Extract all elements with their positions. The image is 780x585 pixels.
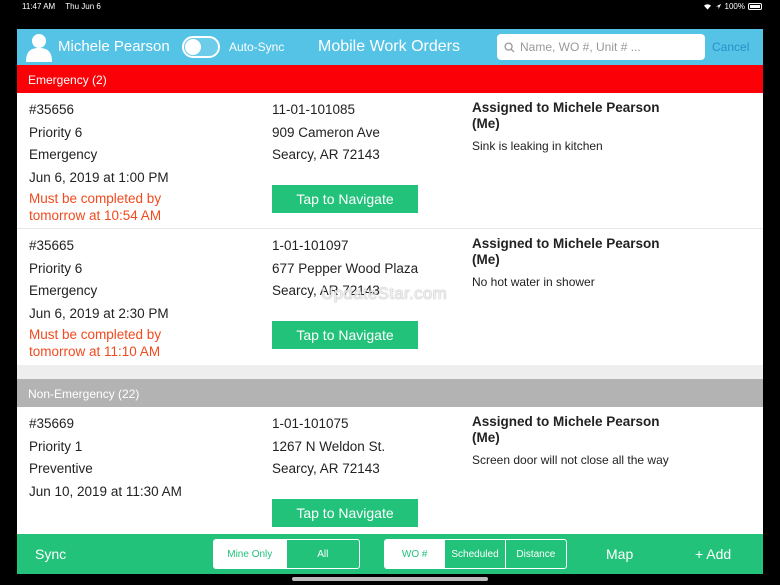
sort-scheduled[interactable]: Scheduled: [445, 540, 506, 568]
wo-number: #35665: [29, 238, 75, 253]
toggle-knob: [185, 39, 201, 55]
work-order-details: #35669 Priority 1 Preventive Jun 10, 201…: [29, 414, 259, 504]
wo-due-line2: tomorrow at 10:54 AM: [29, 208, 162, 224]
wo-due-line2: tomorrow at 11:10 AM: [29, 344, 161, 360]
cancel-button[interactable]: Cancel: [712, 40, 749, 54]
navigate-button[interactable]: Tap to Navigate: [272, 321, 418, 349]
wo-assigned-line1: Assigned to Michele Pearson: [472, 236, 660, 251]
footer-toolbar: Sync Mine Only All WO # Scheduled Distan…: [17, 534, 763, 574]
sync-button[interactable]: Sync: [35, 546, 66, 562]
wifi-icon: [703, 4, 711, 10]
wo-city: Searcy, AR 72143: [272, 461, 380, 477]
wo-assigned-line2: (Me): [472, 116, 500, 131]
search-icon: [504, 41, 515, 53]
home-indicator[interactable]: [292, 577, 488, 581]
wo-date: Jun 6, 2019 at 2:30 PM: [29, 305, 169, 321]
section-header-emergency: Emergency (2): [17, 65, 763, 93]
auto-sync-toggle[interactable]: [182, 36, 220, 58]
sort-distance[interactable]: Distance: [506, 540, 566, 568]
search-input[interactable]: [520, 40, 700, 54]
status-time: 11:47 AM: [22, 2, 56, 11]
wo-due-line1: Must be completed by: [29, 327, 162, 343]
wo-priority: Priority 1: [29, 438, 83, 454]
user-avatar-icon[interactable]: [25, 32, 53, 62]
wo-street: 677 Pepper Wood Plaza: [272, 260, 419, 276]
wo-description: Sink is leaking in kitchen: [472, 139, 603, 153]
work-order-details: #35665 Priority 6 Emergency Jun 6, 2019 …: [29, 236, 259, 360]
wo-assigned-line2: (Me): [472, 430, 500, 445]
wo-unit: 1-01-101075: [272, 416, 349, 431]
status-date: Thu Jun 6: [65, 2, 101, 11]
wo-description: No hot water in shower: [472, 275, 595, 289]
work-order-assignment: Assigned to Michele Pearson (Me) Screen …: [472, 414, 682, 467]
work-order-assignment: Assigned to Michele Pearson (Me) No hot …: [472, 236, 682, 289]
battery-percent: 100%: [724, 2, 745, 11]
wo-priority: Priority 6: [29, 260, 83, 276]
map-button[interactable]: Map: [606, 546, 633, 562]
page-title: Mobile Work Orders: [318, 38, 460, 55]
wo-street: 1267 N Weldon St.: [272, 438, 386, 454]
wo-category: Emergency: [29, 147, 98, 163]
section-gap: [17, 365, 763, 379]
wo-number: #35669: [29, 416, 75, 431]
wo-assigned-line2: (Me): [472, 252, 500, 267]
sort-wo-number[interactable]: WO #: [385, 540, 446, 568]
battery-icon: [748, 3, 762, 10]
wo-category: Preventive: [29, 461, 93, 477]
wo-description: Screen door will not close all the way: [472, 453, 669, 467]
owner-filter-control: Mine Only All: [213, 539, 360, 569]
wo-street: 909 Cameron Ave: [272, 124, 380, 140]
wo-date: Jun 10, 2019 at 11:30 AM: [29, 483, 182, 499]
wo-category: Emergency: [29, 283, 98, 299]
filter-mine-only[interactable]: Mine Only: [214, 540, 287, 568]
filter-all[interactable]: All: [287, 540, 360, 568]
work-order-address: 11-01-101085 909 Cameron Ave Searcy, AR …: [272, 100, 462, 168]
location-icon: [715, 3, 721, 10]
wo-unit: 1-01-101097: [272, 238, 349, 253]
user-name[interactable]: Michele Pearson: [58, 38, 170, 55]
add-button[interactable]: + Add: [695, 546, 731, 562]
auto-sync-label: Auto-Sync: [229, 40, 285, 54]
wo-priority: Priority 6: [29, 124, 83, 140]
work-order-assignment: Assigned to Michele Pearson (Me) Sink is…: [472, 100, 682, 153]
wo-due-line1: Must be completed by: [29, 191, 162, 207]
watermark: UpdateStar.com: [321, 284, 448, 303]
status-bar: 11:47 AM Thu Jun 6 100%: [0, 0, 780, 14]
header-bar: Michele Pearson Auto-Sync Mobile Work Or…: [17, 29, 763, 65]
search-box[interactable]: [497, 34, 705, 60]
wo-number: #35656: [29, 102, 75, 117]
section-header-non-emergency: Non-Emergency (22): [17, 379, 763, 407]
navigate-button[interactable]: Tap to Navigate: [272, 499, 418, 527]
navigate-button[interactable]: Tap to Navigate: [272, 185, 418, 213]
app-screen: Michele Pearson Auto-Sync Mobile Work Or…: [17, 29, 763, 574]
wo-city: Searcy, AR 72143: [272, 147, 380, 163]
wo-assigned-line1: Assigned to Michele Pearson: [472, 100, 660, 115]
work-order-row[interactable]: #35669 Priority 1 Preventive Jun 10, 201…: [17, 407, 763, 537]
work-order-details: #35656 Priority 6 Emergency Jun 6, 2019 …: [29, 100, 259, 224]
work-order-row[interactable]: #35656 Priority 6 Emergency Jun 6, 2019 …: [17, 93, 763, 229]
wo-date: Jun 6, 2019 at 1:00 PM: [29, 169, 169, 185]
wo-unit: 11-01-101085: [272, 102, 356, 117]
wo-assigned-line1: Assigned to Michele Pearson: [472, 414, 660, 429]
sort-control: WO # Scheduled Distance: [384, 539, 567, 569]
work-order-address: 1-01-101075 1267 N Weldon St. Searcy, AR…: [272, 414, 462, 482]
